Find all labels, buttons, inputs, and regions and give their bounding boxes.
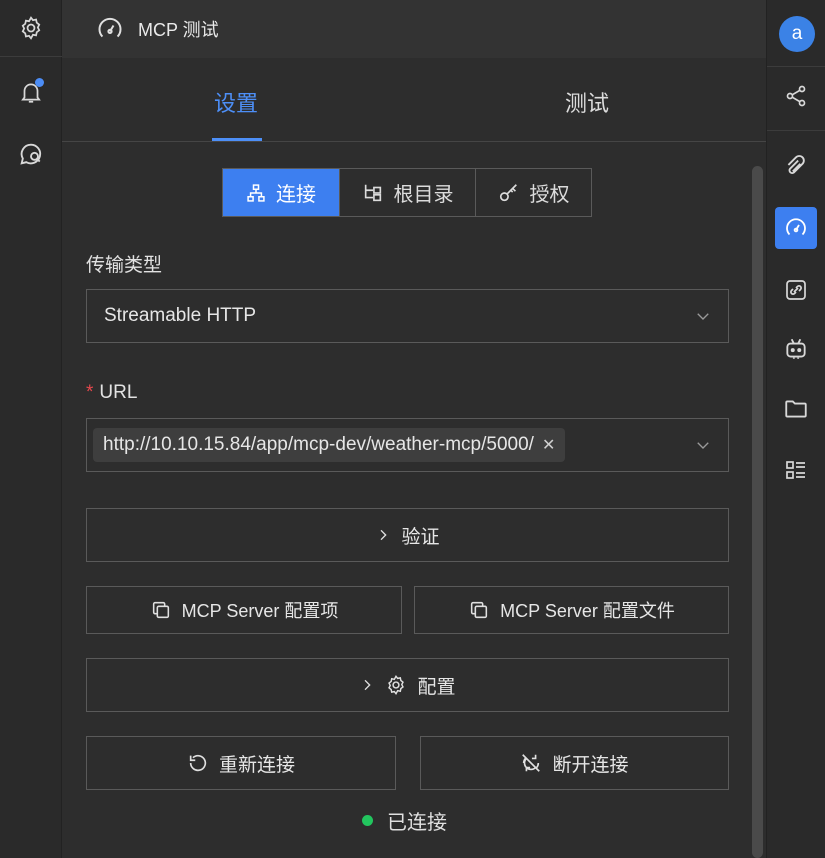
url-label-row: * URL: [86, 382, 137, 404]
attachment-button[interactable]: [775, 145, 817, 187]
folder-icon: [783, 396, 809, 422]
notification-badge: [35, 78, 44, 87]
gear-icon: [18, 15, 44, 41]
divider: [767, 66, 825, 67]
list-button[interactable]: [775, 449, 817, 491]
config-button[interactable]: 配置: [86, 658, 729, 712]
transport-label: 传输类型: [86, 255, 163, 276]
page-title: MCP 测试: [138, 20, 219, 40]
transport-value: Streamable HTTP: [104, 305, 257, 326]
status-dot: [362, 815, 373, 826]
tab-test[interactable]: 测试: [565, 86, 609, 118]
avatar[interactable]: a: [779, 16, 815, 52]
list-icon: [784, 458, 808, 482]
transport-select[interactable]: Streamable HTTP: [86, 289, 729, 343]
folder-button[interactable]: [775, 388, 817, 430]
mcp-test-button[interactable]: [775, 207, 817, 249]
link-button[interactable]: [775, 269, 817, 311]
url-value: http://10.10.15.84/app/mcp-dev/weather-m…: [103, 434, 534, 455]
required-mark: *: [86, 382, 94, 403]
left-rail: [0, 0, 62, 858]
tab-bar: 设置 测试: [62, 58, 766, 142]
reconnect-label: 重新连接: [218, 754, 295, 776]
network-icon: [246, 183, 266, 203]
notifications-button[interactable]: [0, 64, 62, 120]
segment-label: 根目录: [393, 184, 454, 206]
scrollbar[interactable]: [752, 166, 763, 858]
section-switcher: 连接 根目录 授权: [222, 168, 592, 217]
connection-status: 已连接: [362, 806, 447, 835]
close-icon[interactable]: ✕: [542, 435, 555, 455]
gauge-icon: [96, 15, 124, 43]
disconnect-label: 断开连接: [552, 754, 629, 776]
segment-label: 连接: [276, 184, 316, 206]
segment-label: 授权: [529, 184, 570, 206]
paperclip-icon: [783, 153, 809, 179]
tree-icon: [362, 182, 384, 204]
chevron-right-icon: [359, 677, 375, 693]
refresh-icon: [187, 752, 209, 774]
robot-icon: [783, 336, 809, 362]
segment-authorization[interactable]: 授权: [476, 169, 591, 216]
status-text: 已连接: [387, 812, 447, 834]
bot-button[interactable]: [775, 328, 817, 370]
reconnect-button[interactable]: 重新连接: [86, 736, 396, 790]
config-label: 配置: [417, 676, 456, 698]
disconnect-icon: [520, 752, 542, 774]
right-rail: a: [766, 0, 825, 858]
key-icon: [498, 182, 520, 204]
divider: [767, 130, 825, 131]
divider: [0, 56, 62, 57]
url-label: URL: [99, 382, 138, 403]
active-tab-indicator: [212, 138, 262, 141]
chat-icon: [17, 140, 45, 168]
main-panel: 设置 测试 连接 根目录 授权 传输类型 Streamable HTTP * U…: [62, 58, 766, 858]
gauge-icon: [784, 216, 808, 240]
share-icon: [784, 84, 808, 108]
segment-connection[interactable]: 连接: [223, 169, 340, 216]
link-icon: [784, 278, 808, 302]
verify-button[interactable]: 验证: [86, 508, 729, 562]
chevron-right-icon: [375, 527, 391, 543]
copy-icon: [468, 599, 490, 621]
header-bar: MCP 测试: [62, 0, 766, 58]
verify-label: 验证: [401, 526, 440, 548]
server-config-item-button[interactable]: MCP Server 配置项: [86, 586, 402, 634]
url-tag: http://10.10.15.84/app/mcp-dev/weather-m…: [93, 428, 566, 462]
server-config-item-label: MCP Server 配置项: [181, 601, 339, 621]
url-select[interactable]: http://10.10.15.84/app/mcp-dev/weather-m…: [86, 418, 729, 472]
chat-button[interactable]: [0, 126, 62, 182]
gear-icon: [385, 674, 407, 696]
copy-icon: [150, 599, 172, 621]
segment-root-directory[interactable]: 根目录: [340, 169, 476, 216]
chevron-down-icon: [694, 436, 712, 454]
server-config-file-button[interactable]: MCP Server 配置文件: [414, 586, 729, 634]
settings-button[interactable]: [0, 0, 62, 56]
share-button[interactable]: [775, 75, 817, 117]
tab-settings[interactable]: 设置: [214, 86, 258, 118]
chevron-down-icon: [694, 307, 712, 325]
server-config-file-label: MCP Server 配置文件: [500, 601, 675, 621]
disconnect-button[interactable]: 断开连接: [420, 736, 729, 790]
